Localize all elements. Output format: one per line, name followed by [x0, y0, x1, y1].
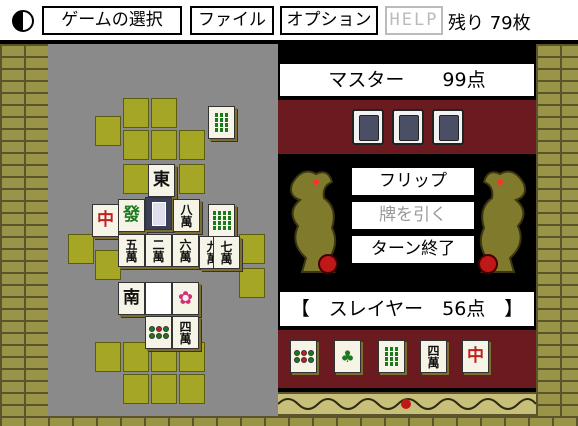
empty-slot: [68, 234, 94, 264]
character-6-tile[interactable]: 六 萬: [172, 234, 199, 267]
opponent-hidden-tile: [352, 109, 384, 145]
opponent-hand-area: [278, 100, 536, 154]
flip-button[interactable]: フリップ: [350, 166, 476, 197]
menu-option[interactable]: オプション: [280, 6, 378, 35]
empty-slot: [95, 116, 121, 146]
draw-tile-button[interactable]: 牌を引く: [350, 200, 476, 231]
empty-slot: [95, 342, 121, 372]
back-tile[interactable]: [145, 197, 172, 230]
empty-slot: [123, 130, 149, 160]
ornament-pattern-icon: [277, 398, 537, 410]
bamboo-1-bird-tile[interactable]: ♣: [334, 340, 361, 373]
right-dragon-statue-icon: [478, 170, 526, 274]
red-dragon-tile[interactable]: 中: [92, 204, 119, 237]
yin-yang-icon[interactable]: [12, 10, 34, 32]
character-4-tile[interactable]: 四 萬: [420, 340, 447, 373]
bamboo-8-tile[interactable]: [208, 204, 235, 237]
end-turn-button[interactable]: ターン終了: [350, 234, 476, 265]
game-screen: ゲームの選択 ファイル オプション HELP 残り 79枚 東 中 發 八 萬 …: [0, 0, 578, 426]
circle-8-tile[interactable]: [290, 340, 317, 373]
brick-wall-bottom: [0, 416, 578, 426]
empty-slot: [151, 98, 177, 128]
empty-slot: [123, 374, 149, 404]
character-4-tile[interactable]: 四 萬: [172, 316, 199, 349]
circle-5-tile[interactable]: [145, 316, 172, 349]
bamboo-tile-top[interactable]: [208, 106, 235, 139]
empty-slot: [179, 374, 205, 404]
brick-wall-left: [0, 44, 48, 426]
tile-board: 東 中 發 八 萬 五 萬 二 萬 六 萬 九 萬 七 萬 南 ✿ 四 萬: [48, 44, 317, 416]
opponent-hidden-tile: [432, 109, 464, 145]
menu-help[interactable]: HELP: [385, 6, 443, 35]
remaining-tiles-count: 残り 79枚: [448, 13, 531, 34]
action-area: フリップ 牌を引く ターン終了: [278, 156, 536, 288]
player-banner: 【 スレイヤー 56点 】: [278, 290, 536, 328]
south-wind-tile[interactable]: 南: [118, 282, 145, 315]
white-dragon-tile[interactable]: [145, 282, 172, 315]
red-dragon-tile[interactable]: 中: [462, 340, 489, 373]
character-5-tile[interactable]: 五 萬: [118, 234, 145, 267]
empty-slot: [179, 164, 205, 194]
bamboo-6-tile[interactable]: [378, 340, 405, 373]
ornamental-border: [277, 392, 537, 416]
empty-slot: [179, 130, 205, 160]
character-8-tile[interactable]: 八 萬: [173, 199, 200, 232]
score-panel: マスター 99点 フリップ 牌を引く ターン終了 【 スレイヤー 56点 】 ♣…: [277, 44, 537, 416]
flower-tile[interactable]: ✿: [172, 282, 199, 315]
green-hatsu-tile[interactable]: 發: [118, 199, 145, 232]
empty-slot: [239, 234, 265, 264]
menu-bar: ゲームの選択 ファイル オプション HELP 残り 79枚: [0, 0, 578, 42]
empty-slot: [151, 130, 177, 160]
player-hand-area: ♣ 四 萬 中: [278, 330, 536, 388]
empty-slot: [123, 98, 149, 128]
empty-slot: [151, 374, 177, 404]
character-7-tile[interactable]: 七 萬: [213, 236, 240, 269]
empty-slot: [123, 164, 149, 194]
opponent-hidden-tile: [392, 109, 424, 145]
opponent-banner: マスター 99点: [278, 62, 536, 98]
east-wind-tile[interactable]: 東: [148, 164, 175, 197]
empty-slot: [239, 268, 265, 298]
character-2-tile[interactable]: 二 萬: [145, 234, 172, 267]
brick-wall-right: [536, 44, 578, 426]
menu-file[interactable]: ファイル: [190, 6, 274, 35]
left-dragon-statue-icon: [290, 170, 338, 274]
menu-game-select[interactable]: ゲームの選択: [42, 6, 182, 35]
